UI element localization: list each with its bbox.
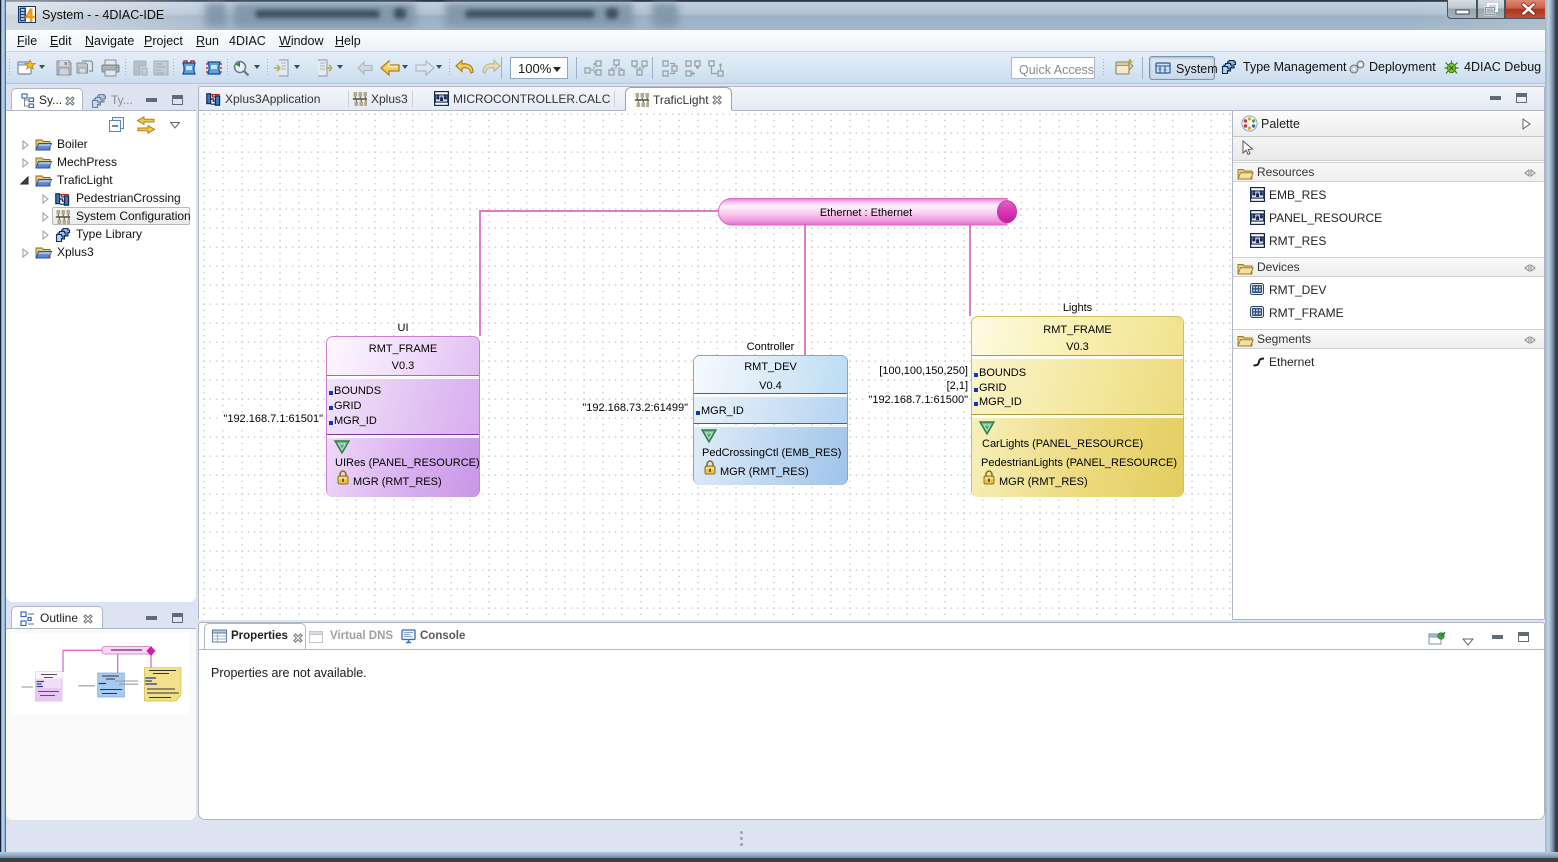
svg-text:Ethernet : Ethernet: Ethernet : Ethernet [820, 207, 912, 219]
